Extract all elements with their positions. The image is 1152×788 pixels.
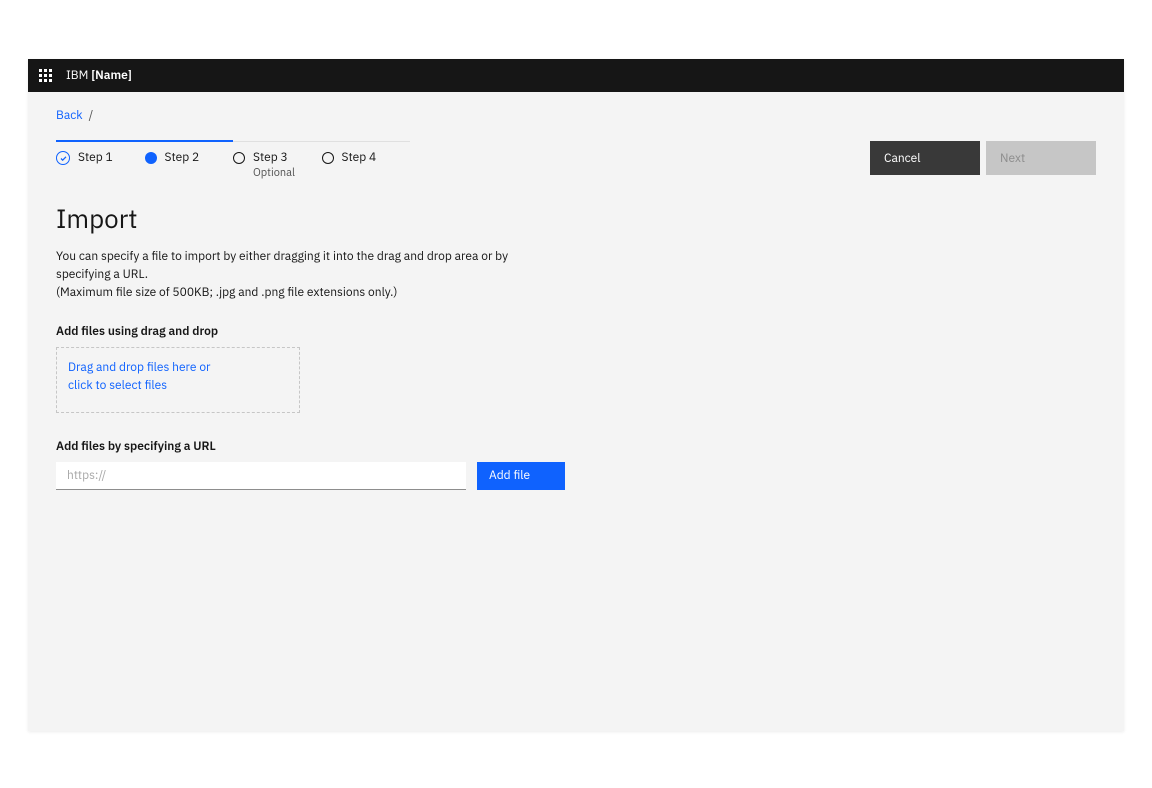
header-product-name: [Name] [91, 68, 132, 83]
progress-step-2[interactable]: Step 2 [145, 142, 234, 180]
add-file-button[interactable]: Add file [477, 462, 565, 490]
next-button[interactable]: Next [986, 141, 1096, 175]
dropzone-text: Drag and drop files here or click to sel… [68, 359, 213, 395]
circle-outline-icon [322, 152, 334, 164]
app-switcher-icon[interactable] [39, 69, 52, 82]
progress-step-4[interactable]: Step 4 [322, 142, 411, 180]
page-description: You can specify a file to import by eith… [56, 248, 516, 302]
breadcrumb: Back / [56, 108, 1096, 123]
circle-outline-icon [233, 152, 245, 164]
description-line1: You can specify a file to import by eith… [56, 249, 508, 282]
description-line2: (Maximum file size of 500KB; .jpg and .p… [56, 285, 397, 300]
checkmark-circle-icon [56, 151, 70, 165]
circle-filled-icon [145, 152, 157, 164]
url-section-label: Add files by specifying a URL [56, 439, 1096, 454]
app-container: IBM [Name] Back / Step 1 [28, 59, 1124, 731]
cancel-button[interactable]: Cancel [870, 141, 980, 175]
breadcrumb-separator: / [89, 108, 94, 123]
action-buttons: Cancel Next [870, 141, 1096, 175]
step-label: Step 3 [253, 150, 295, 166]
file-dropzone[interactable]: Drag and drop files here or click to sel… [56, 347, 300, 413]
global-header: IBM [Name] [28, 59, 1124, 92]
step-sublabel: Optional [253, 166, 295, 180]
breadcrumb-back-link[interactable]: Back [56, 108, 83, 123]
progress-step-3[interactable]: Step 3 Optional [233, 142, 322, 180]
step-label: Step 2 [165, 150, 200, 166]
dragdrop-section-label: Add files using drag and drop [56, 324, 1096, 339]
page-title: Import [56, 202, 1096, 236]
header-brand: IBM [66, 68, 88, 83]
step-label: Step 1 [78, 150, 113, 166]
step-label: Step 4 [342, 150, 377, 166]
url-input[interactable] [56, 462, 466, 490]
header-title: IBM [Name] [66, 68, 132, 83]
progress-step-1[interactable]: Step 1 [56, 142, 145, 180]
progress-indicator: Step 1 Step 2 Step 3 Optional [56, 141, 410, 180]
